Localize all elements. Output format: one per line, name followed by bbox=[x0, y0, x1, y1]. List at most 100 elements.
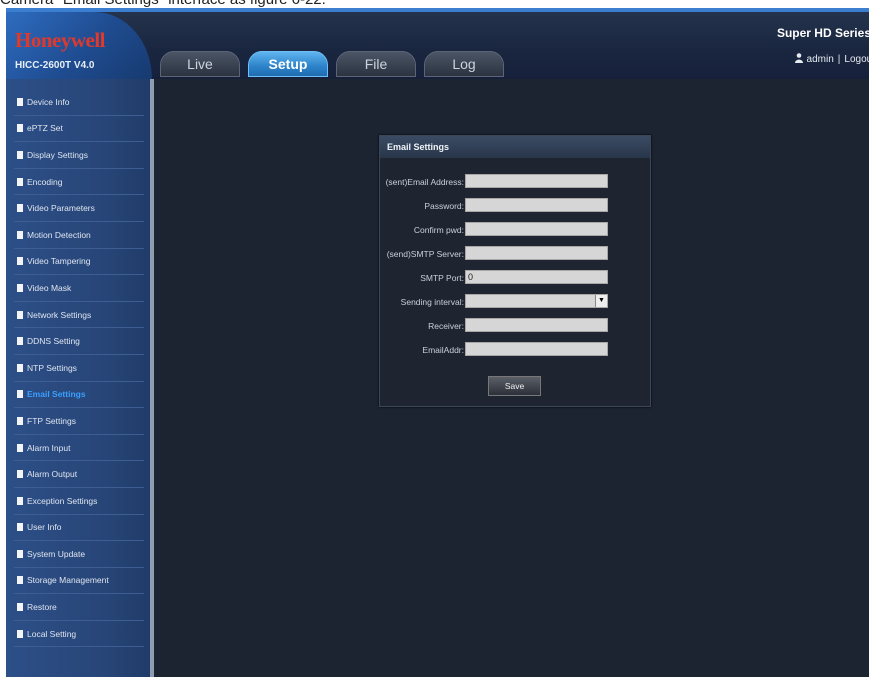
sidebar-item-video-parameters[interactable]: Video Parameters bbox=[14, 195, 144, 222]
document-icon bbox=[17, 283, 23, 292]
model-version: HICC-2600T V4.0 bbox=[15, 60, 95, 71]
sending-interval-select[interactable]: ▼ bbox=[465, 294, 608, 308]
sidebar-item-label: FTP Settings bbox=[27, 415, 76, 426]
password-row: Password: bbox=[380, 198, 650, 214]
sidebar-item-label: Video Mask bbox=[27, 282, 72, 293]
sidebar-item-display-settings[interactable]: Display Settings bbox=[14, 142, 144, 169]
sidebar-item-ntp-settings[interactable]: NTP Settings bbox=[14, 355, 144, 382]
sidebar-item-user-info[interactable]: User Info bbox=[14, 515, 144, 542]
sidebar-item-system-update[interactable]: System Update bbox=[14, 541, 144, 568]
sender-address-input[interactable] bbox=[465, 174, 608, 188]
sidebar-item-ddns-setting[interactable]: DDNS Setting bbox=[14, 328, 144, 355]
document-icon bbox=[17, 363, 23, 372]
document-icon bbox=[17, 230, 23, 239]
document-icon bbox=[17, 257, 23, 266]
brand-logo: Honeywell bbox=[15, 28, 106, 52]
receiver-label: Receiver: bbox=[428, 321, 464, 331]
confirm-password-row: Confirm pwd: bbox=[380, 222, 650, 238]
document-icon bbox=[17, 496, 23, 505]
receiver-input[interactable] bbox=[465, 318, 608, 332]
sidebar-divider[interactable] bbox=[150, 79, 154, 677]
sidebar-item-alarm-input[interactable]: Alarm Input bbox=[14, 435, 144, 462]
smtp-port-input[interactable] bbox=[465, 270, 608, 284]
user-bar: admin|Logout bbox=[794, 53, 869, 65]
tab-live[interactable]: Live bbox=[160, 51, 240, 77]
sender-address-row: (sent)Email Address: bbox=[380, 174, 650, 190]
logout-link[interactable]: Logout bbox=[844, 54, 869, 65]
sidebar-item-label: Storage Management bbox=[27, 575, 109, 586]
separator: | bbox=[837, 54, 841, 65]
panel-title: Email Settings bbox=[380, 136, 650, 158]
email-addr-input[interactable] bbox=[465, 342, 608, 356]
email-addr-row: EmailAddr: bbox=[380, 342, 650, 358]
sidebar-item-label: Encoding bbox=[27, 176, 63, 187]
document-icon bbox=[17, 549, 23, 558]
document-icon bbox=[17, 576, 23, 585]
password-input[interactable] bbox=[465, 198, 608, 212]
sidebar-item-label: System Update bbox=[27, 548, 86, 559]
document-icon bbox=[17, 443, 23, 452]
document-icon bbox=[17, 177, 23, 186]
dropdown-arrow-icon[interactable]: ▼ bbox=[595, 295, 607, 307]
document-icon bbox=[17, 629, 23, 638]
sidebar-item-restore[interactable]: Restore bbox=[14, 594, 144, 621]
sidebar-item-network-settings[interactable]: Network Settings bbox=[14, 302, 144, 329]
sidebar-item-label: Email Settings bbox=[27, 389, 86, 400]
sidebar-item-exception-settings[interactable]: Exception Settings bbox=[14, 488, 144, 515]
document-icon bbox=[17, 124, 23, 133]
tab-file[interactable]: File bbox=[336, 51, 416, 77]
sender-address-label: (sent)Email Address: bbox=[385, 177, 464, 187]
tab-setup[interactable]: Setup bbox=[248, 51, 328, 77]
sidebar-item-label: Display Settings bbox=[27, 149, 88, 160]
email-addr-label: EmailAddr: bbox=[422, 345, 464, 355]
camera-web-app: Honeywell HICC-2600T V4.0 Live Setup Fil… bbox=[6, 8, 869, 677]
sidebar-item-local-setting[interactable]: Local Setting bbox=[14, 621, 144, 648]
logo-panel: Honeywell HICC-2600T V4.0 bbox=[6, 12, 152, 79]
sending-interval-label: Sending interval: bbox=[400, 297, 464, 307]
tab-log[interactable]: Log bbox=[424, 51, 504, 77]
sidebar-item-label: Alarm Input bbox=[27, 442, 71, 453]
receiver-row: Receiver: bbox=[380, 318, 650, 334]
sidebar-item-label: NTP Settings bbox=[27, 362, 77, 373]
sidebar-item-label: User Info bbox=[27, 522, 62, 533]
sidebar-item-storage-management[interactable]: Storage Management bbox=[14, 568, 144, 595]
sending-interval-row: Sending interval: ▼ bbox=[380, 294, 650, 310]
document-icon bbox=[17, 337, 23, 346]
user-icon bbox=[794, 53, 803, 63]
smtp-port-label: SMTP Port: bbox=[420, 273, 464, 283]
sidebar-item-label: Restore bbox=[27, 602, 57, 613]
smtp-server-input[interactable] bbox=[465, 246, 608, 260]
sidebar-item-encoding[interactable]: Encoding bbox=[14, 169, 144, 196]
product-series: Super HD Series bbox=[776, 26, 869, 40]
sidebar-item-label: DDNS Setting bbox=[27, 336, 80, 347]
sidebar-item-label: Alarm Output bbox=[27, 469, 78, 480]
sidebar-item-video-tampering[interactable]: Video Tampering bbox=[14, 249, 144, 276]
sidebar-item-label: ePTZ Set bbox=[27, 123, 63, 134]
smtp-server-row: (send)SMTP Server: bbox=[380, 246, 650, 262]
sidebar-item-ftp-settings[interactable]: FTP Settings bbox=[14, 408, 144, 435]
sidebar-item-label: Local Setting bbox=[27, 628, 77, 639]
confirm-password-label: Confirm pwd: bbox=[413, 225, 464, 235]
document-icon bbox=[17, 603, 23, 612]
document-icon bbox=[17, 310, 23, 319]
sidebar-item-label: Network Settings bbox=[27, 309, 92, 320]
sidebar: Device Info ePTZ Set Display Settings En… bbox=[6, 79, 150, 677]
sidebar-item-alarm-output[interactable]: Alarm Output bbox=[14, 461, 144, 488]
smtp-port-row: SMTP Port: bbox=[380, 270, 650, 286]
username: admin bbox=[806, 54, 834, 65]
sidebar-item-label: Video Tampering bbox=[27, 256, 91, 267]
confirm-password-input[interactable] bbox=[465, 222, 608, 236]
sidebar-item-email-settings[interactable]: Email Settings bbox=[14, 382, 144, 409]
sidebar-item-motion-detection[interactable]: Motion Detection bbox=[14, 222, 144, 249]
header-accent-line bbox=[6, 8, 869, 12]
sidebar-item-video-mask[interactable]: Video Mask bbox=[14, 275, 144, 302]
document-icon bbox=[17, 150, 23, 159]
save-button[interactable]: Save bbox=[488, 376, 541, 396]
password-label: Password: bbox=[424, 201, 464, 211]
email-settings-panel: Email Settings (sent)Email Address: Pass… bbox=[379, 135, 651, 407]
sidebar-item-device-info[interactable]: Device Info bbox=[14, 89, 144, 116]
document-icon bbox=[17, 204, 23, 213]
document-icon bbox=[17, 416, 23, 425]
sidebar-item-label: Video Parameters bbox=[27, 203, 95, 214]
sidebar-item-eptz-set[interactable]: ePTZ Set bbox=[14, 116, 144, 143]
